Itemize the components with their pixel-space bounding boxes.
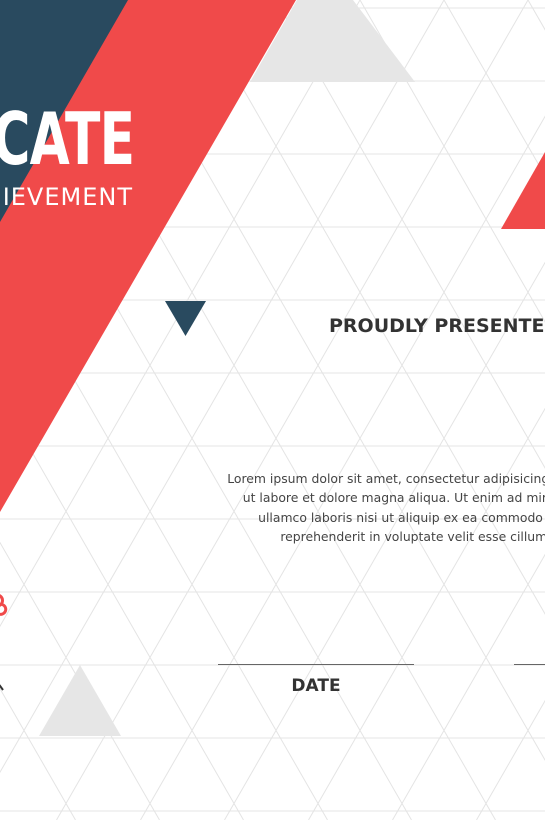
- certificate-subtitle: OF ACHIEVEMENT: [0, 183, 133, 211]
- navy-triangle-marker: [165, 301, 206, 336]
- body-line: ullamco laboris nisi ut aliquip ex ea co…: [258, 509, 545, 525]
- certificate-body-text: Lorem ipsum dolor sit amet, consectetur …: [150, 469, 545, 546]
- date-signature-line: [218, 664, 414, 665]
- body-line: ut labore et dolore magna aliqua. Ut eni…: [242, 490, 545, 506]
- date-label: DATE: [291, 676, 341, 696]
- body-line: Lorem ipsum dolor sit amet, consectetur …: [227, 471, 545, 486]
- signature-line: [514, 664, 545, 665]
- red-triangle-right: [501, 152, 545, 229]
- certificate-page: CERTIFICATE OF ACHIEVEMENT PROUDLY PRESE…: [0, 0, 545, 820]
- red-partial-glyph: [0, 594, 8, 616]
- body-line: reprehenderit in voluptate velit esse ci…: [280, 528, 545, 544]
- presented-to-label: PROUDLY PRESENTED TO: [329, 315, 545, 337]
- certificate-title: CERTIFICATE: [0, 97, 135, 181]
- gray-triangle-bottom: [39, 665, 121, 736]
